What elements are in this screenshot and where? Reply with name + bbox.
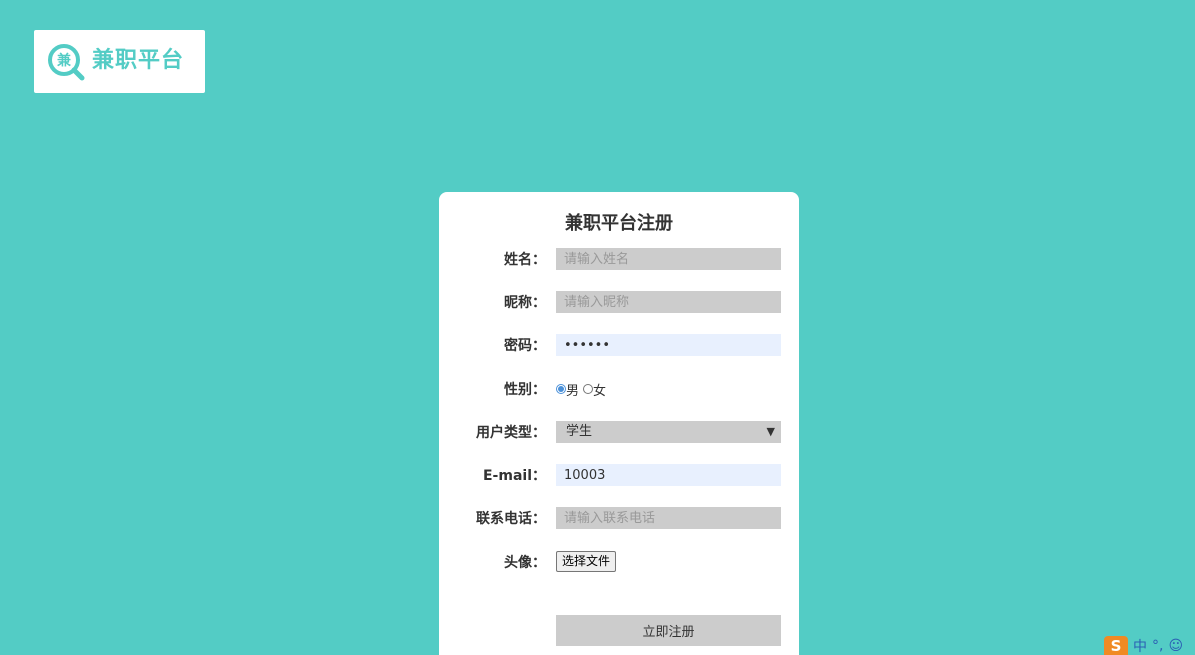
gender-male-radio[interactable] <box>556 384 566 394</box>
gender-female-radio[interactable] <box>583 384 594 394</box>
email-input[interactable] <box>556 464 781 486</box>
logo-text: 兼职平台 <box>92 48 185 73</box>
gender-male-label[interactable]: 男 <box>566 380 579 399</box>
nickname-label: 昵称： <box>504 295 546 311</box>
gender-label: 性别： <box>504 382 546 398</box>
avatar-label: 头像： <box>504 555 546 571</box>
user-type-select[interactable]: 学生 ▼ <box>556 421 781 443</box>
phone-input[interactable] <box>556 507 781 529</box>
user-type-selected: 学生 <box>566 424 593 439</box>
email-row: E-mail： <box>439 464 799 488</box>
gender-row: 性别： 男 女 <box>439 378 799 402</box>
name-row: 姓名： <box>439 248 799 272</box>
register-card: 兼职平台注册 姓名： 昵称： 密码： 性别： 男 女 用户类型： 学生 <box>439 192 799 655</box>
ime-mode[interactable]: 中 <box>1133 636 1147 655</box>
choose-file-button[interactable]: 选择文件 <box>556 551 617 572</box>
chevron-down-icon: ▼ <box>766 425 775 438</box>
password-input[interactable] <box>556 334 781 356</box>
name-label: 姓名： <box>504 252 546 268</box>
user-type-label: 用户类型： <box>476 425 546 441</box>
phone-row: 联系电话： <box>439 507 799 531</box>
ime-punct[interactable]: °, <box>1152 638 1163 654</box>
magnifier-logo-icon: 兼 <box>48 44 85 81</box>
user-type-row: 用户类型： 学生 ▼ <box>439 421 799 445</box>
smiley-icon[interactable]: ☺ <box>1168 638 1183 654</box>
email-label: E-mail： <box>482 468 546 484</box>
gender-radio-group: 男 女 <box>556 378 610 400</box>
register-button[interactable]: 立即注册 <box>556 615 781 646</box>
ime-indicator[interactable]: S 中 °, ☺ <box>1104 635 1183 655</box>
site-logo[interactable]: 兼 兼职平台 <box>34 30 205 93</box>
gender-female-label[interactable]: 女 <box>593 380 606 399</box>
sogou-logo-icon: S <box>1104 635 1128 655</box>
form-title: 兼职平台注册 <box>565 213 673 234</box>
page: 兼 兼职平台 兼职平台注册 姓名： 昵称： 密码： 性别： 男 女 <box>0 0 1195 655</box>
password-label: 密码： <box>504 338 546 354</box>
phone-label: 联系电话： <box>476 511 546 527</box>
nickname-input[interactable] <box>556 291 781 313</box>
avatar-row: 头像： 选择文件 <box>439 551 799 575</box>
logo-mark-char: 兼 <box>57 52 72 69</box>
name-input[interactable] <box>556 248 781 270</box>
password-row: 密码： <box>439 334 799 358</box>
nickname-row: 昵称： <box>439 291 799 315</box>
